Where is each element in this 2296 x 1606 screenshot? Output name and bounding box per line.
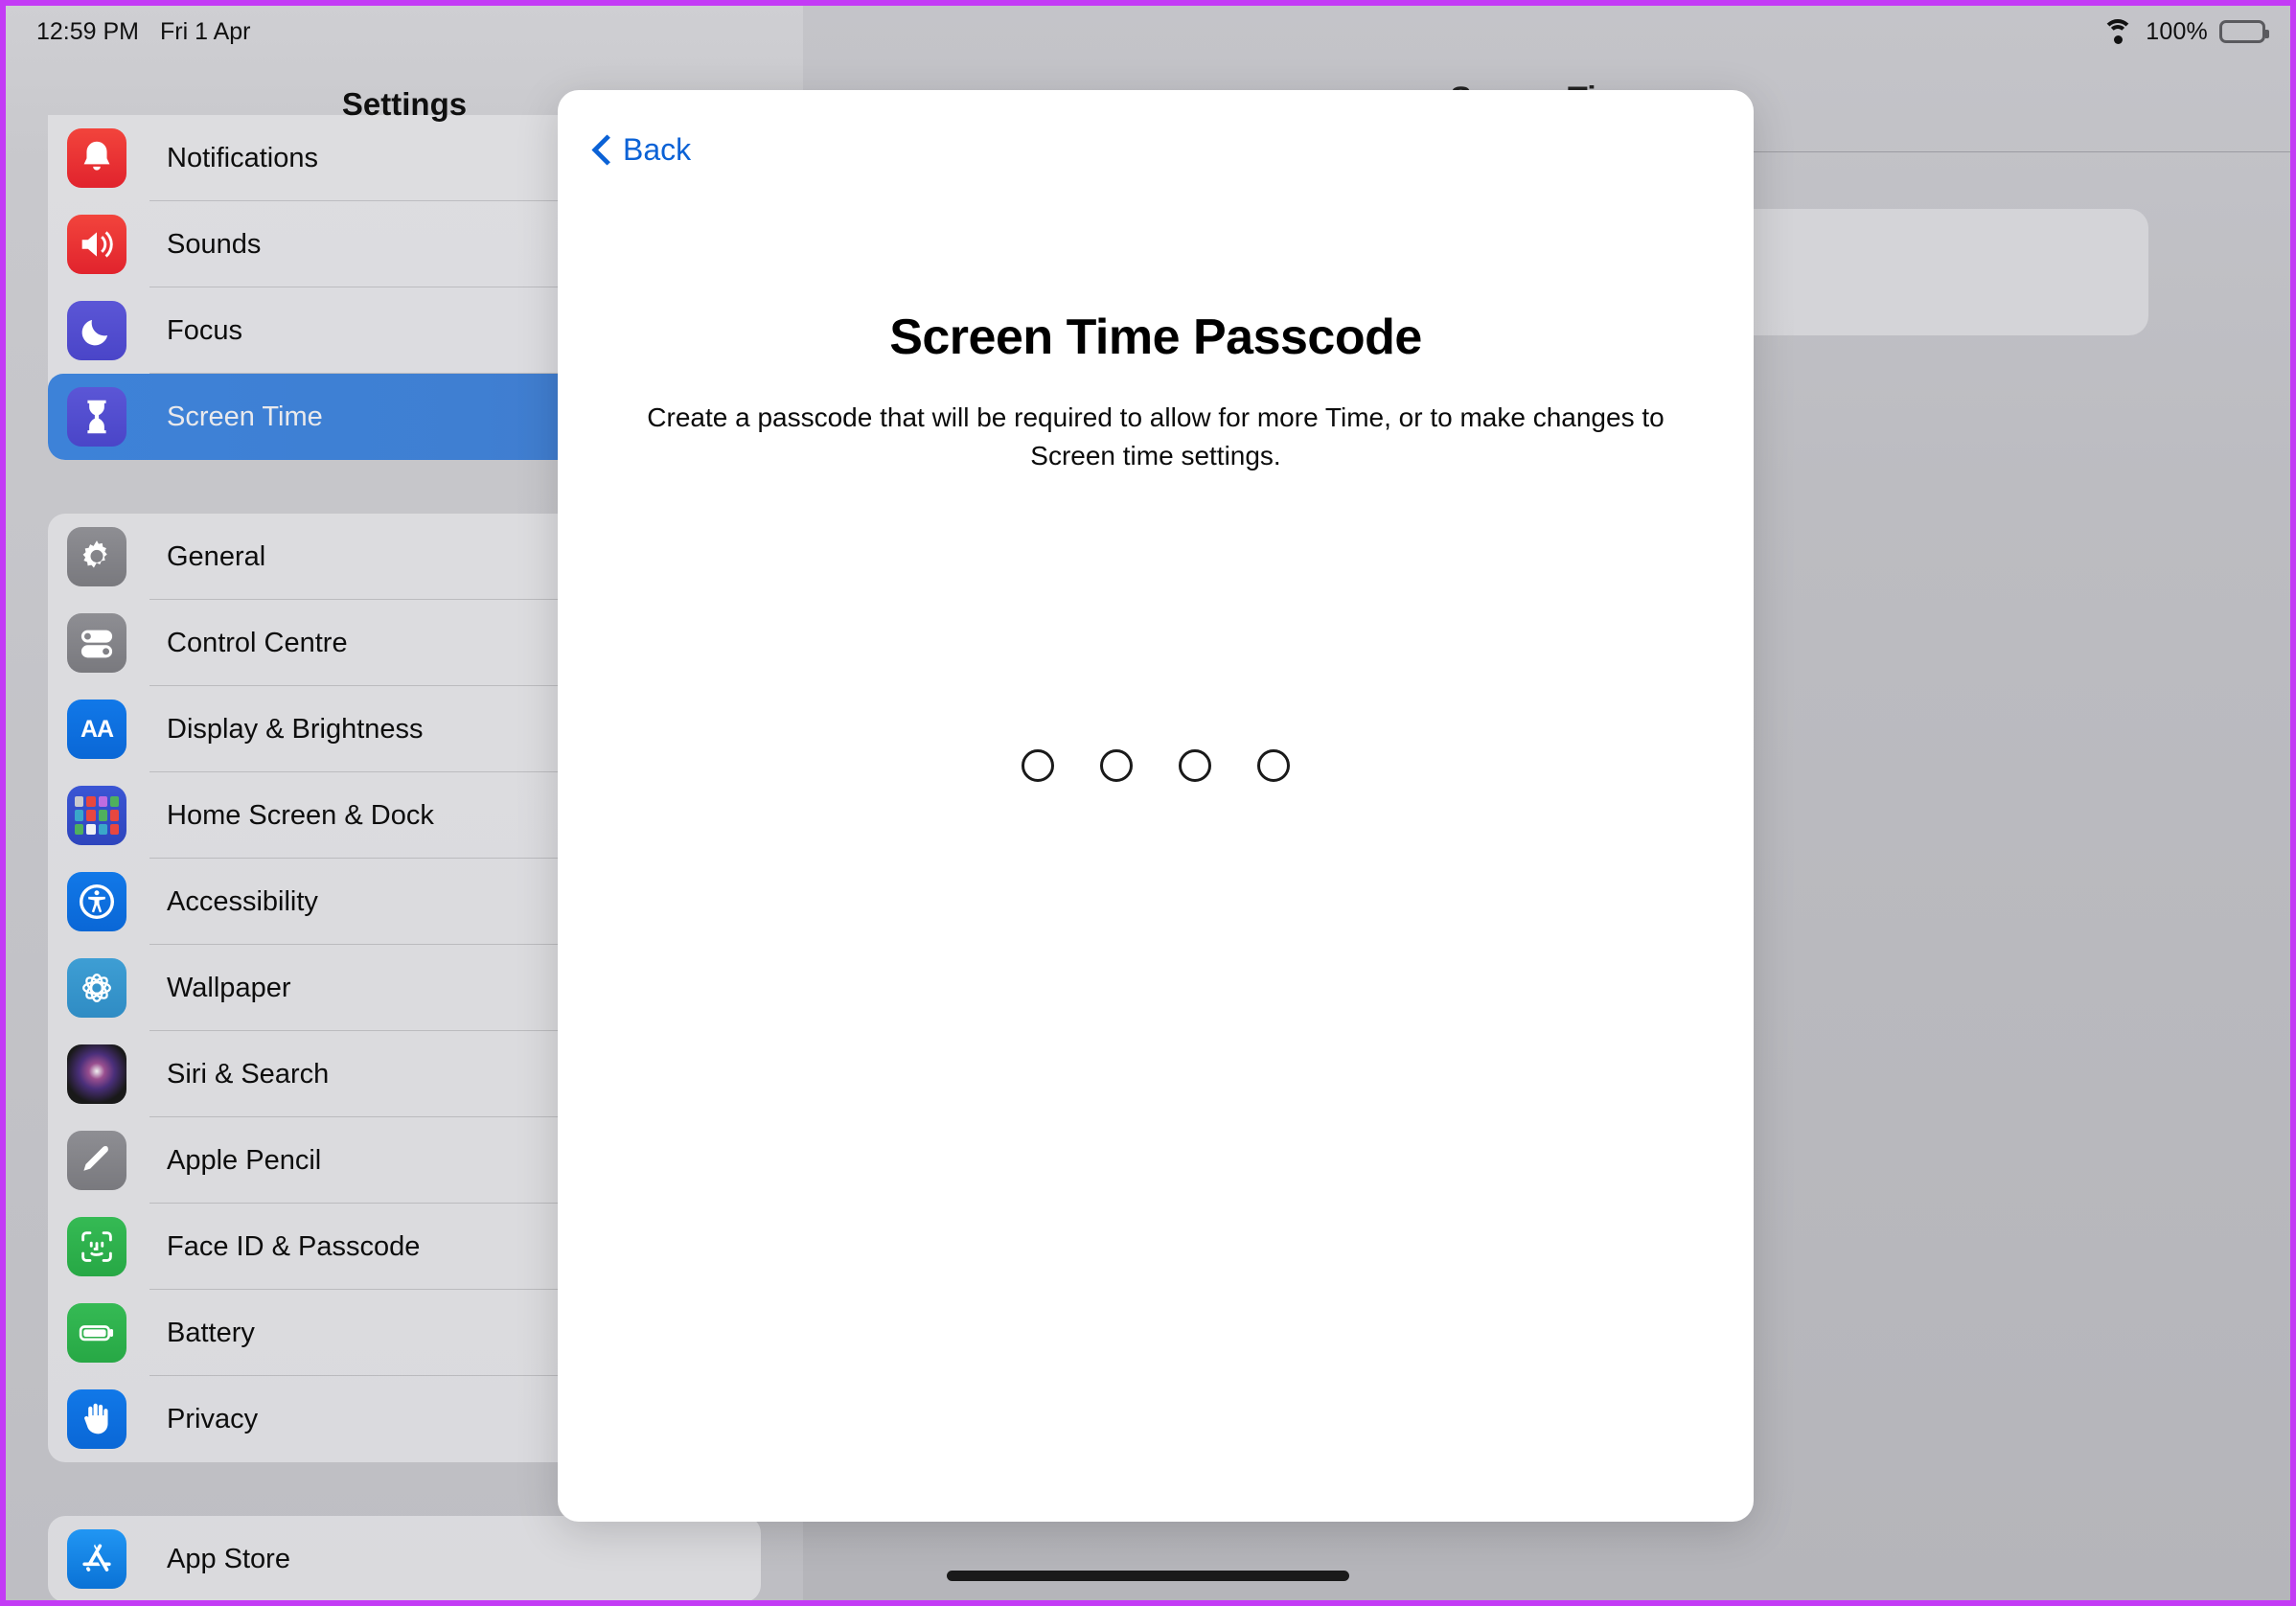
app-grid-icon — [67, 786, 126, 845]
ipad-screen: 12:59 PM Fri 1 Apr 100% Settings Notific… — [0, 0, 2296, 1606]
aa-text-icon: AA — [67, 700, 126, 759]
hourglass-icon — [67, 387, 126, 447]
speaker-waves-icon — [67, 215, 126, 274]
home-indicator[interactable] — [947, 1571, 1349, 1581]
status-time: 12:59 PM — [36, 17, 140, 45]
status-date: Fri 1 Apr — [160, 17, 251, 45]
chevron-left-icon — [592, 136, 609, 165]
sidebar-item-label: Face ID & Passcode — [167, 1230, 421, 1262]
sidebar-group-3: App Store — [48, 1516, 761, 1600]
status-bar-left: 12:59 PM Fri 1 Apr — [36, 18, 251, 46]
modal-title: Screen Time Passcode — [889, 310, 1422, 365]
moon-icon — [67, 301, 126, 360]
modal-description: Create a passcode that will be required … — [647, 402, 1665, 471]
passcode-dot — [1179, 749, 1211, 782]
sidebar-item-label: Screen Time — [167, 401, 323, 432]
battery-icon — [67, 1303, 126, 1363]
sidebar-item-label: Siri & Search — [167, 1058, 330, 1090]
accessibility-icon — [67, 872, 126, 931]
screen-time-passcode-modal: Back Screen Time Passcode Create a passc… — [558, 90, 1754, 1522]
back-button[interactable]: Back — [592, 132, 691, 168]
app-store-icon — [67, 1529, 126, 1589]
app-grid-shape — [75, 796, 119, 835]
sidebar-item-label: Notifications — [167, 142, 318, 173]
sidebar-item-label: Battery — [167, 1317, 255, 1348]
passcode-dot — [1100, 749, 1133, 782]
sidebar-item-label: Home Screen & Dock — [167, 799, 434, 831]
sidebar-item-label: Privacy — [167, 1403, 259, 1434]
sidebar-item-label: Control Centre — [167, 627, 348, 658]
siri-orb-icon — [67, 1044, 126, 1104]
sidebar-item-label: Display & Brightness — [167, 713, 424, 745]
sidebar-item-label: Wallpaper — [167, 972, 291, 1003]
passcode-input[interactable] — [558, 749, 1754, 782]
sidebar-item-label: General — [167, 540, 266, 572]
wifi-icon — [2101, 19, 2134, 44]
battery-full-icon — [2219, 20, 2269, 43]
passcode-dot — [1257, 749, 1290, 782]
hand-icon — [67, 1389, 126, 1449]
face-id-icon — [67, 1217, 126, 1276]
pencil-icon — [67, 1131, 126, 1190]
sidebar-item-label: Focus — [167, 314, 242, 346]
flower-icon — [67, 958, 126, 1018]
sidebar-item-label: App Store — [167, 1543, 290, 1574]
sidebar-item-app-store[interactable]: App Store — [48, 1516, 761, 1600]
battery-percent-label: 100% — [2146, 17, 2208, 45]
passcode-dot — [1022, 749, 1054, 782]
status-bar-right: 100% — [2101, 17, 2269, 46]
toggles-icon — [67, 613, 126, 673]
back-button-label: Back — [623, 132, 692, 167]
status-bar: 12:59 PM Fri 1 Apr 100% — [6, 6, 2290, 57]
sidebar-item-label: Apple Pencil — [167, 1144, 322, 1176]
sidebar-item-label: Sounds — [167, 228, 262, 260]
gear-icon — [67, 527, 126, 586]
sidebar-item-label: Accessibility — [167, 885, 318, 917]
